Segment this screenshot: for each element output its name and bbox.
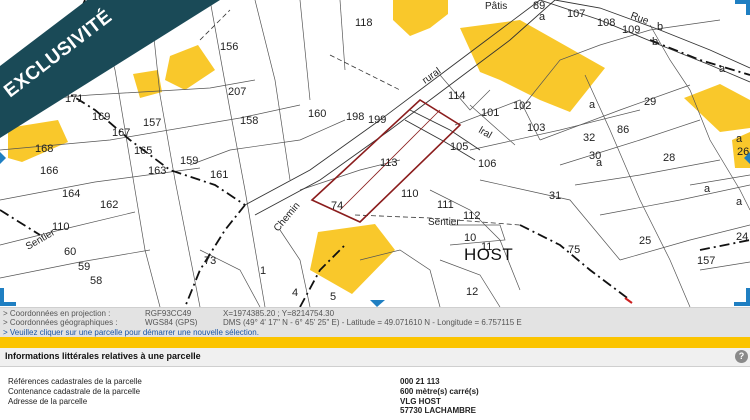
parcel-32[interactable]: 32 [583, 132, 595, 144]
parcel-165[interactable]: 165 [134, 145, 152, 157]
section-a-1[interactable]: a [539, 11, 546, 23]
building [684, 84, 750, 132]
parcel-31[interactable]: 31 [549, 190, 561, 202]
geographic-label: > Coordonnées géographiques : [3, 318, 118, 327]
parcel-157-east[interactable]: 157 [697, 255, 715, 267]
parcel-158[interactable]: 158 [240, 115, 258, 127]
cadastral-area-value: 600 mètre(s) carré(s) [400, 387, 479, 396]
parcel-156[interactable]: 156 [220, 41, 238, 53]
section-a-5[interactable]: a [719, 63, 726, 75]
parcel-161[interactable]: 161 [210, 169, 228, 181]
parcel-163[interactable]: 163 [148, 165, 166, 177]
new-selection-link[interactable]: > Veuillez cliquer sur une parcelle pour… [3, 328, 259, 337]
cadastral-reference-value: 000 21 113 [400, 377, 440, 386]
parcel-157-west[interactable]: 157 [143, 117, 161, 129]
corner-marker-top-right [735, 0, 750, 15]
parcel-111[interactable]: 111 [437, 199, 454, 211]
parcel-29[interactable]: 29 [644, 96, 656, 108]
projection-system: RGF93CC49 [145, 309, 192, 318]
street-label-patis: Pâtis [485, 1, 507, 12]
parcel-110-west[interactable]: 110 [52, 221, 70, 233]
parcel-106[interactable]: 106 [478, 158, 496, 170]
arrow-marker-bottom [370, 300, 385, 307]
section-c[interactable]: c [580, 0, 586, 3]
info-panel-body: Références cadastrales de la parcelle 00… [0, 367, 750, 420]
geographic-value: DMS (49° 4' 17" N - 6° 45' 25" E) - Lati… [223, 318, 522, 327]
section-a-4[interactable]: a [596, 157, 603, 169]
parcel-86[interactable]: 86 [617, 124, 629, 136]
section-a-7[interactable]: a [736, 133, 743, 145]
parcel-118[interactable]: 118 [355, 17, 373, 29]
section-a-3[interactable]: a [704, 183, 711, 195]
parcel-207[interactable]: 207 [228, 86, 246, 98]
street-label-sentier: Sentier [428, 217, 460, 228]
map-canvas[interactable]: 118156207171169167157168 165166 1631641621… [0, 0, 750, 307]
parcel-101[interactable]: 101 [481, 107, 499, 119]
parcel-168[interactable]: 168 [35, 143, 53, 155]
parcel-12[interactable]: 12 [466, 286, 478, 298]
section-b-1[interactable]: b [652, 36, 658, 48]
parcel-112[interactable]: 112 [463, 210, 481, 222]
corner-marker-bottom-left [0, 288, 16, 306]
parcel-166[interactable]: 166 [40, 165, 58, 177]
parcel-114[interactable]: 114 [448, 90, 466, 102]
cadastral-map[interactable]: 118 156 207 171 169 167 157 168 165 166 163 164 162 1… [0, 0, 750, 307]
parcel-address-label: Adresse de la parcelle [8, 397, 88, 406]
projection-label: > Coordonnées en projection : [3, 309, 111, 318]
parcel-198[interactable]: 198 [346, 111, 364, 123]
parcel-113[interactable]: 113 [380, 157, 398, 169]
help-icon[interactable]: ? [735, 350, 748, 363]
parcel-162[interactable]: 162 [100, 199, 118, 211]
street-label-chemin: Chemin [272, 200, 303, 233]
building [165, 45, 215, 90]
red-tick-mark [624, 297, 633, 304]
parcel-10[interactable]: 10 [464, 232, 476, 244]
section-b-2[interactable]: b [657, 21, 663, 33]
projection-value: X=1974385.20 ; Y=8214754.30 [223, 309, 335, 318]
parcel-address-value: VLG HOST [400, 397, 441, 406]
parcel-28[interactable]: 28 [663, 152, 675, 164]
parcel-102[interactable]: 102 [513, 100, 531, 112]
cadastral-area-label: Contenance cadastrale de la parcelle [8, 387, 141, 396]
parcel-5[interactable]: 5 [330, 291, 336, 303]
parcel-4[interactable]: 4 [292, 287, 298, 299]
parcel-59[interactable]: 59 [78, 261, 90, 273]
parcel-199[interactable]: 199 [368, 114, 386, 126]
parcel-110[interactable]: 110 [401, 188, 419, 200]
parcel-1[interactable]: 1 [260, 265, 266, 277]
street-label-sentier-west: Sentier [24, 227, 58, 253]
parcel-169[interactable]: 169 [92, 111, 110, 123]
street-label-lral: lral [477, 125, 494, 141]
info-panel-header: Informations littérales relatives à une … [0, 348, 750, 367]
accent-bar [0, 337, 750, 348]
parcel-159[interactable]: 159 [180, 155, 198, 167]
cadastral-reference-label: Références cadastrales de la parcelle [8, 377, 142, 386]
parcel-75[interactable]: 75 [568, 244, 580, 256]
parcel-25[interactable]: 25 [639, 235, 651, 247]
corner-marker-bottom-right [734, 288, 750, 306]
parcel-108[interactable]: 108 [597, 17, 615, 29]
section-a-2[interactable]: a [589, 99, 596, 111]
parcel-105[interactable]: 105 [450, 141, 468, 153]
building [310, 224, 395, 294]
parcel-103[interactable]: 103 [527, 122, 545, 134]
parcel-109[interactable]: 109 [622, 24, 640, 36]
parcel-60[interactable]: 60 [64, 246, 76, 258]
parcel-167[interactable]: 167 [112, 127, 130, 139]
parcel-58[interactable]: 58 [90, 275, 102, 287]
parcel-74[interactable]: 74 [331, 200, 343, 212]
parcel-107[interactable]: 107 [567, 8, 585, 20]
parcel-160[interactable]: 160 [308, 108, 326, 120]
parcel-24[interactable]: 24 [736, 231, 748, 243]
village-name: HOST [464, 245, 513, 264]
parcel-address-city: 57730 LACHAMBRE [400, 406, 477, 415]
section-a-6[interactable]: a [736, 196, 743, 208]
building [393, 0, 448, 36]
info-panel-title: Informations littérales relatives à une … [5, 351, 201, 361]
street-label-rural: rural [420, 66, 443, 86]
parcel-164[interactable]: 164 [62, 188, 80, 200]
geographic-system: WGS84 (GPS) [145, 318, 198, 327]
arrow-marker-left [0, 152, 6, 164]
parcel-73[interactable]: 73 [204, 255, 216, 267]
